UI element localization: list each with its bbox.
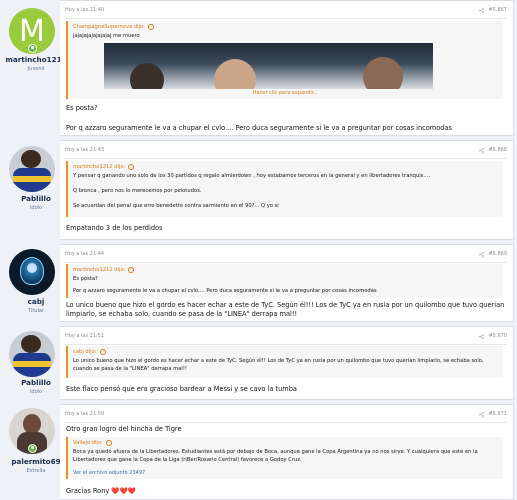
quote-image[interactable]	[104, 43, 433, 89]
quote-author-text: cabj dijo:	[73, 349, 97, 355]
post-date[interactable]: Hoy a las 21:44	[65, 251, 104, 257]
avatar[interactable]	[9, 249, 55, 295]
post-number[interactable]: #5.868	[488, 147, 507, 153]
jump-to-quote-icon[interactable]	[99, 349, 106, 355]
post-message: Empatando 3 de los perdidos	[66, 224, 163, 232]
user-panel: cabj Titular	[0, 244, 60, 322]
share-icon[interactable]	[479, 147, 485, 153]
avatar-figure	[21, 335, 41, 353]
quote-author-text: ChampagneSupernova dijo:	[73, 24, 145, 30]
jump-to-quote-icon[interactable]	[147, 24, 154, 30]
share-icon[interactable]	[479, 251, 485, 257]
post-message: Gracias Rony ❤️❤️❤️	[66, 487, 137, 495]
online-status-icon	[28, 44, 37, 53]
post-message: Este flaco pensó que era gracioso bardea…	[66, 385, 297, 393]
post-body: Hoy a las 21:44 #5.869 martincho1212 dij…	[60, 244, 514, 322]
avatar[interactable]	[9, 146, 55, 192]
post: palermito69 Estrella Hoy a las 21:59 #5.…	[0, 404, 517, 500]
post-number[interactable]: #5.867	[488, 7, 507, 13]
quote-author[interactable]: martincho1212 dijo:	[73, 164, 135, 170]
jump-to-quote-icon[interactable]	[128, 164, 135, 170]
quote-block: martincho1212 dijo: Es posta? Por q azza…	[66, 264, 503, 298]
post-meta: Hoy a las 21:40 #5.867	[65, 5, 507, 19]
user-panel: Pablillo Idolo	[0, 140, 60, 240]
quote-author[interactable]: cabj dijo:	[73, 349, 106, 355]
post-body: Hoy a las 21:59 #5.871 Otro gran logro d…	[60, 404, 514, 500]
post-meta: Hoy a las 21:43 #5.868	[65, 145, 507, 159]
post-number[interactable]: #5.870	[488, 333, 507, 339]
post-number[interactable]: #5.871	[488, 411, 507, 417]
image-face-center	[214, 59, 256, 89]
quote-block: martincho1212 dijo: Y pensar q ganando u…	[66, 161, 503, 217]
quote-author-text: martincho1212 dijo:	[73, 267, 126, 273]
quote-author[interactable]: martincho1212 dijo:	[73, 267, 135, 273]
post-date[interactable]: Hoy a las 21:40	[65, 7, 104, 13]
post-message: Es posta?	[66, 104, 98, 112]
post-body: Hoy a las 21:51 #5.870 cabj dijo: Lo uni…	[60, 326, 514, 400]
post-meta: Hoy a las 21:44 #5.869	[65, 249, 507, 263]
avatar-glow	[27, 263, 37, 273]
quote-block: ChampagneSupernova dijo: jajajajajajajaj…	[66, 21, 503, 99]
quote-text: Y pensar q ganando uno solo de los 30 pa…	[73, 173, 430, 179]
thread: M martincho1212 Juvenil Hoy a las 21:40 …	[0, 0, 517, 500]
post-meta: Hoy a las 21:59 #5.871	[65, 409, 507, 423]
quote-author-text: Vallejo dijo:	[73, 440, 103, 446]
post-body: Hoy a las 21:40 #5.867 ChampagneSupernov…	[60, 0, 514, 136]
avatar-shirt-stripe	[13, 361, 51, 367]
post-number[interactable]: #5.869	[488, 251, 507, 257]
image-face-right	[363, 57, 403, 89]
share-icon[interactable]	[479, 7, 485, 13]
quote-author[interactable]: Vallejo dijo:	[73, 440, 112, 446]
quote-text: Por q azzaro seguramente le va a chupar …	[73, 288, 377, 294]
post: cabj Titular Hoy a las 21:44 #5.869 mart…	[0, 244, 517, 322]
image-face-left	[130, 63, 164, 89]
quote-block: cabj dijo: Lo unico bueno que hizo el go…	[66, 346, 503, 378]
quote-text: jajajajajajajajaj me muero	[73, 33, 140, 39]
user-panel: M martincho1212 Juvenil	[0, 0, 67, 136]
share-icon[interactable]	[479, 333, 485, 339]
avatar[interactable]	[9, 331, 55, 377]
attachment-link[interactable]: Ver el archivo adjunto 23497	[73, 470, 145, 476]
post-body: Hoy a las 21:43 #5.868 martincho1212 dij…	[60, 140, 514, 240]
quote-text: Es posta?	[73, 276, 98, 282]
quote-text: Lo unico bueno que hizo el gordo es hace…	[73, 358, 484, 372]
post-message: Lo unico bueno que hizo el gordo es hace…	[66, 301, 505, 318]
quote-text: Boca ya quedó afuera de la Libertadores.…	[73, 449, 478, 463]
quote-text: Q bronca , pero nos lo merecemos por pel…	[73, 188, 202, 194]
user-panel: Pablillo Idolo	[0, 326, 60, 400]
jump-to-quote-icon[interactable]	[128, 267, 135, 273]
quote-author-text: martincho1212 dijo:	[73, 164, 126, 170]
avatar-shirt-stripe	[13, 176, 51, 182]
avatar-figure	[21, 150, 41, 168]
post-date[interactable]: Hoy a las 21:59	[65, 411, 104, 417]
post-meta: Hoy a las 21:51 #5.870	[65, 331, 507, 345]
quote-author[interactable]: ChampagneSupernova dijo:	[73, 24, 154, 30]
quote-text: Se acuerdan del penal que erro benedetto…	[73, 203, 279, 209]
post-date[interactable]: Hoy a las 21:43	[65, 147, 104, 153]
share-icon[interactable]	[479, 411, 485, 417]
post-message: Por q azzaro seguramente le va a chupar …	[66, 124, 452, 132]
post-date[interactable]: Hoy a las 21:51	[65, 333, 104, 339]
online-status-icon	[28, 444, 37, 453]
jump-to-quote-icon[interactable]	[105, 440, 112, 446]
user-panel: palermito69 Estrella	[0, 404, 61, 500]
post: Pablillo Idolo Hoy a las 21:43 #5.868 ma…	[0, 140, 517, 240]
post: Pablillo Idolo Hoy a las 21:51 #5.870 ca…	[0, 326, 517, 400]
post-message: Otro gran logro del hincha de Tigre	[66, 425, 182, 433]
avatar-head	[23, 414, 41, 434]
expand-link[interactable]: Hacer clic para expandir...	[68, 90, 503, 96]
post: M martincho1212 Juvenil Hoy a las 21:40 …	[0, 0, 517, 136]
quote-block: Vallejo dijo: Boca ya quedó afuera de la…	[66, 437, 503, 479]
